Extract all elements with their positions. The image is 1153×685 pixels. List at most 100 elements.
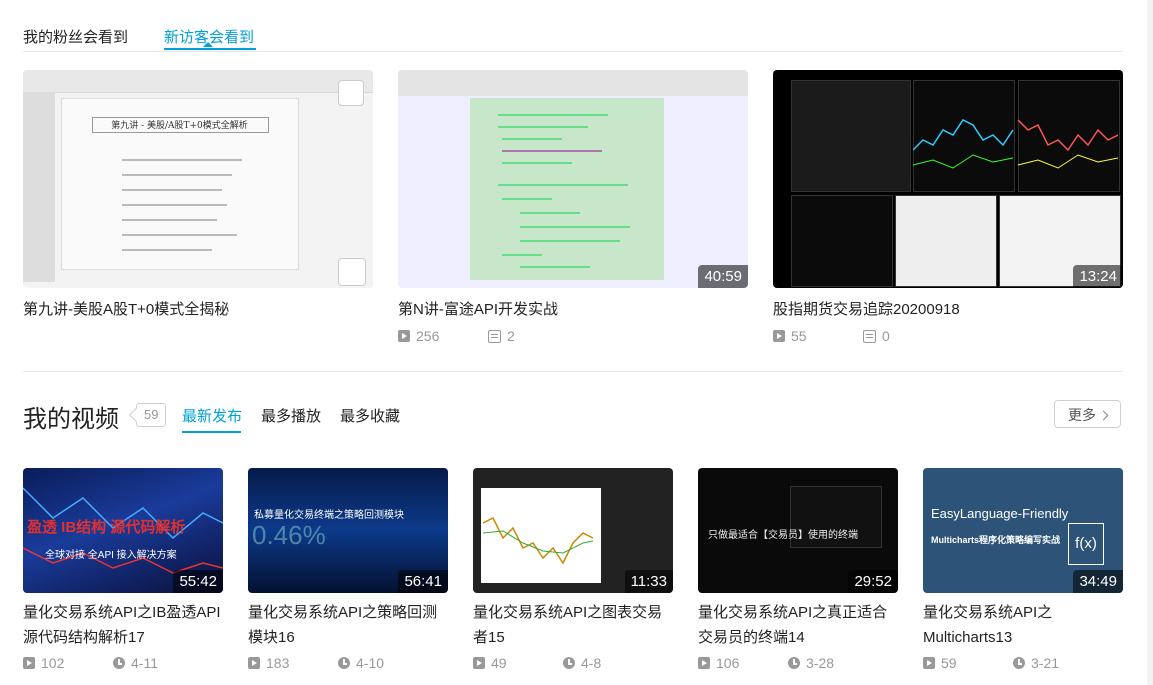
play-count-value: 102 bbox=[41, 655, 65, 671]
page-scrollbar[interactable] bbox=[1147, 0, 1153, 685]
publish-date-value: 3-28 bbox=[806, 655, 835, 671]
publish-date-value: 4-11 bbox=[131, 655, 158, 671]
duration-badge: 29:52 bbox=[848, 570, 898, 593]
play-count: 102 bbox=[23, 655, 64, 671]
duration-badge: 34:49 bbox=[1073, 570, 1123, 593]
clock-icon bbox=[338, 657, 350, 669]
sort-tab-most-played[interactable]: 最多播放 bbox=[261, 405, 321, 426]
video-title-line: 模块16 bbox=[248, 629, 295, 646]
clock-icon bbox=[1013, 657, 1025, 669]
video-title-1[interactable]: 量化交易系统API之IB盈透API 源代码结构解析17 bbox=[23, 600, 221, 650]
video-title-4[interactable]: 量化交易系统API之真正适合 交易员的终端14 bbox=[698, 600, 887, 650]
video-title-line: 量化交易系统API之策略回测 bbox=[248, 604, 438, 621]
thumbnail-caption: EasyLanguage-Friendly bbox=[931, 506, 1069, 521]
publish-date: 4-11 bbox=[113, 655, 158, 671]
order-panel bbox=[895, 195, 997, 287]
more-label: 更多 bbox=[1068, 407, 1096, 423]
clock-icon bbox=[338, 258, 366, 286]
slide-line bbox=[122, 204, 227, 206]
duration-badge: 56:41 bbox=[398, 570, 448, 593]
play-count: 49 bbox=[473, 655, 507, 671]
play-count-value: 256 bbox=[416, 328, 440, 344]
doc-line bbox=[502, 138, 562, 140]
video-title-line: 量化交易系统API之真正适合 bbox=[698, 604, 888, 621]
thumbnail-subcaption: Multicharts程序化策略编写实战 bbox=[931, 535, 1061, 545]
danmu-icon bbox=[488, 329, 501, 343]
doc-line bbox=[498, 114, 608, 116]
featured-title-3[interactable]: 股指期货交易追踪20200918 bbox=[773, 297, 960, 322]
danmu-count-value: 2 bbox=[507, 328, 515, 344]
featured-thumbnail-2[interactable]: 40:59 bbox=[398, 70, 748, 288]
slide-line bbox=[122, 234, 237, 236]
tab-active-caret bbox=[203, 42, 213, 47]
sort-tab-latest[interactable]: 最新发布 bbox=[182, 405, 242, 426]
chevron-right-icon bbox=[1098, 410, 1109, 421]
play-count-value: 49 bbox=[491, 655, 507, 671]
danmu-count: 2 bbox=[488, 328, 515, 344]
thumbnail-number: 0.46% bbox=[252, 520, 326, 550]
play-icon bbox=[923, 657, 935, 669]
tab-active-underline bbox=[164, 48, 256, 50]
duration-badge: 11:33 bbox=[624, 570, 673, 593]
video-title-line: 量化交易系统API之图表交易 bbox=[473, 604, 663, 621]
play-icon bbox=[398, 330, 410, 342]
sort-tab-most-favorited[interactable]: 最多收藏 bbox=[340, 405, 400, 426]
video-thumbnail-5[interactable]: EasyLanguage-Friendly Multicharts程序化策略编写… bbox=[923, 468, 1123, 593]
thumbnail-subcaption: 全球对接 全API 接入解决方案 bbox=[45, 550, 177, 561]
app-toolbar bbox=[398, 70, 748, 96]
slide-preview: 第九讲 - 美股/A股T+0模式全解析 bbox=[61, 98, 299, 270]
play-icon bbox=[698, 657, 710, 669]
section-title: 我的视频 bbox=[23, 406, 119, 433]
doc-line bbox=[520, 266, 590, 268]
publish-date: 3-28 bbox=[788, 655, 834, 671]
play-icon bbox=[473, 657, 485, 669]
play-icon bbox=[23, 657, 35, 669]
video-thumbnail-2[interactable]: 私募量化交易终端之策略回测模块 0.46% 56:41 bbox=[248, 468, 448, 593]
tab-fans-view[interactable]: 我的粉丝会看到 bbox=[23, 26, 128, 47]
danmu-count-value: 0 bbox=[882, 328, 890, 344]
duration-badge: 55:42 bbox=[173, 570, 223, 593]
doc-line bbox=[498, 184, 628, 186]
play-count: 106 bbox=[698, 655, 739, 671]
publish-date-value: 4-10 bbox=[356, 655, 385, 671]
line-chart-art bbox=[483, 516, 594, 565]
sort-active-underline bbox=[182, 431, 241, 433]
featured-thumbnail-3[interactable]: 13:24 bbox=[773, 70, 1123, 288]
video-title-line: 源代码结构解析17 bbox=[23, 629, 145, 646]
video-title-2[interactable]: 量化交易系统API之策略回测 模块16 bbox=[248, 600, 437, 650]
video-title-5[interactable]: 量化交易系统API之 Multicharts13 bbox=[923, 600, 1052, 650]
featured-title-1[interactable]: 第九讲-美股A股T+0模式全揭秘 bbox=[23, 297, 229, 322]
video-thumbnail-1[interactable]: 盈透 IB结构 源代码解析 全球对接 全API 接入解决方案 55:42 bbox=[23, 468, 223, 593]
doc-line bbox=[498, 126, 588, 128]
video-title-line: 量化交易系统API之IB盈透API bbox=[23, 604, 221, 621]
clock-icon bbox=[113, 657, 125, 669]
play-count: 55 bbox=[773, 328, 807, 344]
play-count: 256 bbox=[398, 328, 439, 344]
play-count: 183 bbox=[248, 655, 289, 671]
video-thumbnail-3[interactable]: 11:33 bbox=[473, 468, 673, 593]
video-count-badge: 59 bbox=[136, 403, 167, 427]
duration-badge: 13:24 bbox=[1073, 265, 1123, 288]
doc-line bbox=[502, 254, 542, 256]
publish-date-value: 4-8 bbox=[581, 655, 602, 671]
doc-line bbox=[502, 150, 602, 152]
featured-title-2[interactable]: 第N讲-富途API开发实战 bbox=[398, 297, 558, 322]
publish-date: 3-21 bbox=[1013, 655, 1059, 671]
video-thumbnail-4[interactable]: 只做最适合【交易员】使用的终端 29:52 bbox=[698, 468, 898, 593]
danmu-count: 0 bbox=[863, 328, 890, 344]
doc-line bbox=[502, 162, 572, 164]
more-button[interactable]: 更多 bbox=[1054, 400, 1121, 428]
slide-panel bbox=[23, 92, 55, 282]
play-icon bbox=[773, 330, 785, 342]
featured-thumbnail-1[interactable]: 第九讲 - 美股/A股T+0模式全解析 bbox=[23, 70, 373, 288]
video-title-3[interactable]: 量化交易系统API之图表交易 者15 bbox=[473, 600, 662, 650]
thumbnail-caption: 私募量化交易终端之策略回测模块 bbox=[254, 510, 404, 521]
slide-line bbox=[122, 189, 222, 191]
play-count: 59 bbox=[923, 655, 957, 671]
doc-line bbox=[520, 226, 630, 228]
publish-date: 4-10 bbox=[338, 655, 384, 671]
play-count-value: 106 bbox=[716, 655, 740, 671]
quote-panel bbox=[791, 80, 911, 192]
slide-line bbox=[122, 219, 217, 221]
video-title-line: 者15 bbox=[473, 629, 505, 646]
